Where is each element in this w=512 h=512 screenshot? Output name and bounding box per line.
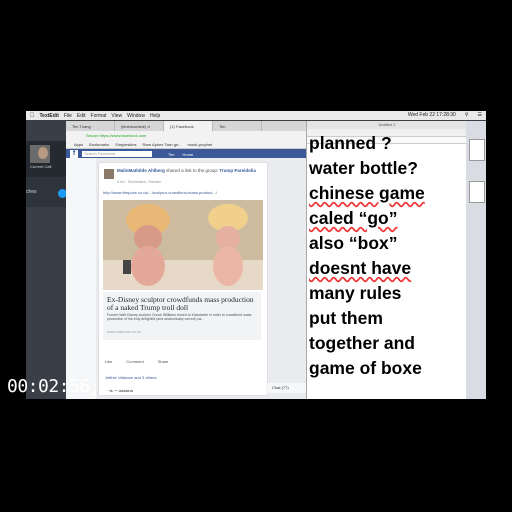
doc-line-9: together and — [309, 333, 415, 353]
mac-menubar:  TextEdit File Edit Format View Window … — [26, 111, 486, 120]
bookmark-simpleskins[interactable]: Simpleskins — [115, 142, 136, 147]
post-actions: Like Comment Share — [105, 359, 168, 364]
desktop-screen:  TextEdit File Edit Format View Window … — [26, 111, 486, 399]
textedit-document[interactable]: planned ? water bottle? chinese game cal… — [309, 133, 465, 381]
menu-app-name[interactable]: TextEdit — [40, 113, 59, 119]
list-icon[interactable]: ☰ — [478, 112, 482, 118]
textedit-title: Untitled 2 — [307, 121, 467, 129]
feed-post: MalinMathilde Ahlberg shared a link to t… — [98, 162, 268, 396]
facebook-home-link[interactable]: Home — [183, 152, 194, 157]
caller-face — [38, 147, 48, 159]
post-author[interactable]: MalinMathilde Ahlberg — [117, 168, 165, 173]
news-feed: MalinMathilde Ahlberg shared a link to t… — [66, 158, 334, 399]
link-preview-title: Ex-Disney sculptor crowdfunds mass produ… — [107, 295, 254, 312]
doc-line-5: also “box” — [309, 233, 398, 253]
desktop-file-icon[interactable] — [469, 181, 485, 203]
post-meta: 8 hrs · Simrishamn, Sweden — [117, 180, 161, 184]
desktop-right-edge — [466, 121, 486, 399]
doc-line-1: planned ? — [309, 133, 392, 153]
share-button[interactable]: Share — [158, 359, 169, 364]
desktop-file-icon[interactable] — [469, 139, 485, 161]
doc-line-10: game of boxe — [309, 358, 422, 378]
bookmark-bookmarks[interactable]: Bookmarks — [89, 142, 109, 147]
bookmark-aphex[interactable]: Rare Aphex Twin ge... — [142, 142, 181, 147]
menubar-clock[interactable]: Wed Feb 22 17:28:30 — [408, 112, 456, 118]
facebook-search-input[interactable]: Search Facebook — [82, 151, 152, 157]
facebook-logo-icon[interactable]: f — [70, 150, 78, 158]
video-timecode: 00:02:56;16 — [7, 376, 121, 397]
search-icon[interactable]: ⚲ — [465, 112, 469, 118]
browser-tabs: Tim Tzang (timemachine) d (1) Facebook T… — [66, 121, 328, 131]
menu-edit[interactable]: Edit — [77, 113, 86, 119]
misspelled-text: doesnt have — [309, 258, 412, 278]
post-action: shared a link to the group: — [164, 168, 220, 173]
post-header: MalinMathilde Ahlberg shared a link to t… — [117, 168, 262, 173]
tab-2[interactable]: (timemachine) d — [115, 121, 164, 131]
doc-line-7: many rules — [309, 283, 402, 303]
avatar[interactable] — [104, 169, 114, 179]
post-link[interactable]: http://www.thepoke.co.uk/.../sculptor-cr… — [103, 190, 217, 195]
bookmark-monk[interactable]: monk-prophet — [188, 142, 213, 147]
apple-icon[interactable]:  — [30, 113, 35, 119]
call-status: Current Call — [30, 164, 52, 169]
menu-file[interactable]: File — [64, 113, 72, 119]
bookmarks-bar: Apps Bookmarks Simpleskins Rare Aphex Tw… — [66, 140, 328, 149]
doc-line-2: water bottle? — [309, 158, 418, 178]
link-preview[interactable]: Ex-Disney sculptor crowdfunds mass produ… — [103, 292, 261, 340]
post-group[interactable]: Trump Pareidolia — [219, 168, 256, 173]
facebook-user-link[interactable]: Tim — [168, 152, 175, 157]
tab-1[interactable]: Tim Tzang — [66, 121, 115, 131]
feed-left-column — [66, 158, 96, 399]
like-button[interactable]: Like — [105, 359, 112, 364]
tab-4[interactable]: Tim — [213, 121, 262, 131]
misspelled-text: caled “go” — [309, 208, 398, 228]
bookmark-apps[interactable]: Apps — [74, 142, 83, 147]
doc-line-8: put them — [309, 308, 383, 328]
tab-facebook[interactable]: (1) Facebook — [164, 121, 213, 131]
comment-button[interactable]: Comment — [126, 359, 143, 364]
doc-line-6: doesnt have — [309, 256, 465, 281]
post-image[interactable] — [103, 200, 263, 290]
menu-view[interactable]: View — [111, 113, 122, 119]
menu-format[interactable]: Format — [91, 113, 107, 119]
address-bar[interactable]: Secure https://www.facebook.com — [66, 131, 328, 140]
menu-window[interactable]: Window — [127, 113, 145, 119]
troll-doll-image — [103, 200, 263, 290]
textedit-window: Untitled 2 planned ? water bottle? chine… — [306, 121, 467, 399]
doc-line-4: caled “go” — [309, 206, 465, 231]
caller-video-thumbnail[interactable] — [30, 145, 50, 163]
misspelled-text: chinese game — [309, 183, 425, 203]
link-preview-description: Former Walt Disney sculptor Chuck Willia… — [107, 313, 252, 321]
link-preview-source: WWW.THEPOKE.CO.UK — [107, 330, 141, 334]
call-partial-label: ches — [26, 189, 37, 195]
doc-line-3: chinese game — [309, 181, 465, 206]
browser-window: Tim Tzang (timemachine) d (1) Facebook T… — [66, 121, 334, 399]
menu-help[interactable]: Help — [150, 113, 160, 119]
